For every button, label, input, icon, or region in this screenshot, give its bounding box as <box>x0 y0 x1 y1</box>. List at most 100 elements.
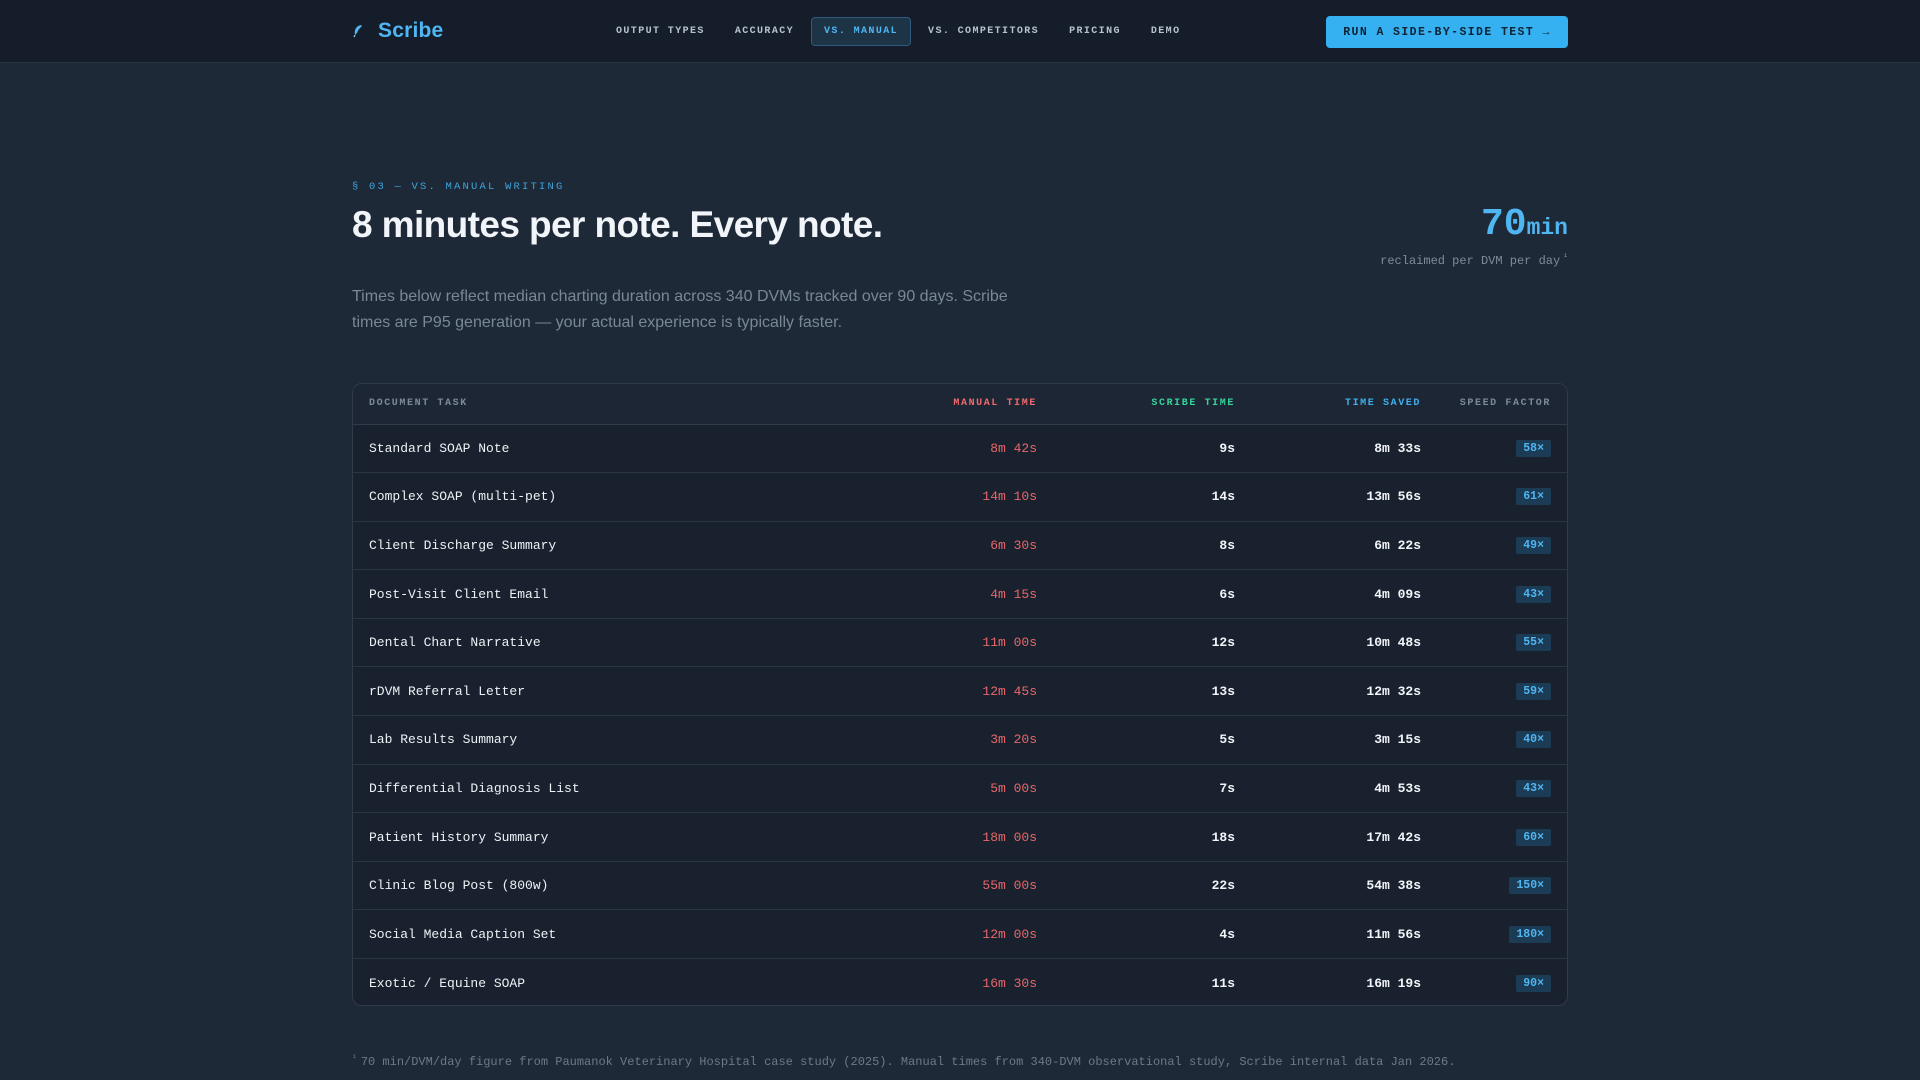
speed-badge: 150× <box>1509 877 1551 895</box>
cell-scribe-time: 5s <box>1219 732 1235 748</box>
cell-task: Post-Visit Client Email <box>369 586 549 602</box>
cell-manual-time: 4m 15s <box>990 586 1037 602</box>
table-row: Client Discharge Summary 6m 30s 8s 6m 22… <box>353 521 1567 570</box>
nav-link-accuracy[interactable]: ACCURACY <box>722 17 807 46</box>
cell-scribe-time: 6s <box>1219 586 1235 602</box>
speed-badge: 49× <box>1516 536 1551 554</box>
table-row: Clinic Blog Post (800w) 55m 00s 22s 54m … <box>353 861 1567 910</box>
cell-speed-factor: 55× <box>1437 618 1567 667</box>
cell-scribe-time: 11s <box>1211 975 1235 991</box>
header-time-saved: TIME SAVED <box>1344 398 1421 410</box>
cell-time-saved: 8m 33s <box>1374 440 1421 456</box>
cell-time-saved: 16m 19s <box>1366 975 1421 991</box>
table-body: Standard SOAP Note 8m 42s 9s 8m 33s 58× … <box>353 424 1567 1005</box>
speed-badge: 55× <box>1516 634 1551 652</box>
speed-badge: 43× <box>1516 585 1551 603</box>
cell-speed-factor: 43× <box>1437 570 1567 619</box>
cell-manual-time: 3m 20s <box>990 732 1037 748</box>
cell-speed-factor: 150× <box>1437 861 1567 910</box>
table-row: Dental Chart Narrative 11m 00s 12s 10m 4… <box>353 618 1567 667</box>
nav-links: OUTPUT TYPES ACCURACY VS. MANUAL VS. COM… <box>603 17 1197 46</box>
stat-number: 70 <box>1480 203 1527 246</box>
cell-speed-factor: 61× <box>1437 473 1567 522</box>
run-side-by-side-test-button[interactable]: RUN A SIDE-BY-SIDE TEST → <box>1326 16 1568 48</box>
cell-task: Complex SOAP (multi-pet) <box>369 489 557 505</box>
cell-manual-time: 16m 30s <box>982 975 1037 991</box>
cell-manual-time: 11m 00s <box>982 635 1037 651</box>
footnote-marker: ¹ <box>352 1054 357 1063</box>
cell-time-saved: 4m 53s <box>1374 780 1421 796</box>
cell-speed-factor: 180× <box>1437 910 1567 959</box>
cell-task: Clinic Blog Post (800w) <box>369 878 549 894</box>
cell-manual-time: 55m 00s <box>982 878 1037 894</box>
header-document-task: DOCUMENT TASK <box>369 398 468 410</box>
speed-badge: 60× <box>1516 828 1551 846</box>
cell-task: Exotic / Equine SOAP <box>369 975 526 991</box>
cell-time-saved: 3m 15s <box>1374 732 1421 748</box>
cell-manual-time: 6m 30s <box>990 537 1037 553</box>
cell-time-saved: 12m 32s <box>1366 683 1421 699</box>
cell-time-saved: 13m 56s <box>1366 489 1421 505</box>
header-scribe-time: SCRIBE TIME <box>1151 398 1235 410</box>
cell-time-saved: 10m 48s <box>1366 635 1421 651</box>
nav-link-vs-manual[interactable]: VS. MANUAL <box>811 17 912 46</box>
cell-speed-factor: 60× <box>1437 813 1567 862</box>
time-reclaimed-stat: 70min reclaimed per DVM per day ¹ <box>1380 204 1568 269</box>
cell-time-saved: 4m 09s <box>1374 586 1421 602</box>
cell-speed-factor: 43× <box>1437 764 1567 813</box>
table-row: Exotic / Equine SOAP 16m 30s 11s 16m 19s… <box>353 959 1567 1005</box>
speed-badge: 40× <box>1516 731 1551 749</box>
cell-speed-factor: 58× <box>1437 424 1567 473</box>
speed-badge: 58× <box>1516 439 1551 457</box>
brand-name: Scribe <box>378 19 444 42</box>
comparison-table: DOCUMENT TASK MANUAL TIME SCRIBE TIME TI… <box>352 383 1568 1006</box>
footnote: ¹ 70 min/DVM/day figure from Paumanok Vet… <box>352 1054 1455 1069</box>
cell-scribe-time: 7s <box>1219 780 1235 796</box>
cell-task: Dental Chart Narrative <box>369 635 541 651</box>
table-row: Complex SOAP (multi-pet) 14m 10s 14s 13m… <box>353 473 1567 522</box>
cell-time-saved: 6m 22s <box>1374 537 1421 553</box>
header-manual-time: MANUAL TIME <box>953 398 1037 410</box>
speed-badge: 180× <box>1509 925 1551 943</box>
speed-badge: 61× <box>1516 488 1551 506</box>
footnote-text: 70 min/DVM/day figure from Paumanok Vete… <box>360 1055 1456 1069</box>
cell-manual-time: 18m 00s <box>982 829 1037 845</box>
feather-icon <box>353 25 362 38</box>
cell-task: Client Discharge Summary <box>369 537 557 553</box>
speed-badge: 43× <box>1516 779 1551 797</box>
nav-link-output-types[interactable]: OUTPUT TYPES <box>603 17 718 46</box>
brand-logo[interactable]: Scribe <box>352 19 443 43</box>
table-row: Post-Visit Client Email 4m 15s 6s 4m 09s… <box>353 570 1567 619</box>
cell-time-saved: 54m 38s <box>1366 878 1421 894</box>
table-header-row: DOCUMENT TASK MANUAL TIME SCRIBE TIME TI… <box>353 384 1567 424</box>
nav-link-pricing[interactable]: PRICING <box>1056 17 1134 46</box>
cell-task: rDVM Referral Letter <box>369 683 526 699</box>
cell-task: Lab Results Summary <box>369 732 518 748</box>
nav-link-demo[interactable]: DEMO <box>1138 17 1194 46</box>
cell-scribe-time: 22s <box>1211 878 1235 894</box>
cell-manual-time: 12m 45s <box>982 683 1037 699</box>
cell-scribe-time: 4s <box>1219 926 1235 942</box>
table-row: Social Media Caption Set 12m 00s 4s 11m … <box>353 910 1567 959</box>
speed-badge: 59× <box>1516 682 1551 700</box>
cell-manual-time: 5m 00s <box>990 780 1037 796</box>
table-row: Standard SOAP Note 8m 42s 9s 8m 33s 58× <box>353 424 1567 473</box>
top-nav: Scribe OUTPUT TYPES ACCURACY VS. MANUAL … <box>0 0 1920 63</box>
cell-time-saved: 11m 56s <box>1366 926 1421 942</box>
cell-speed-factor: 49× <box>1437 521 1567 570</box>
stat-value: 70min <box>1380 204 1568 249</box>
nav-link-vs-competitors[interactable]: VS. COMPETITORS <box>915 17 1052 46</box>
cell-scribe-time: 14s <box>1211 489 1235 505</box>
cell-speed-factor: 90× <box>1437 959 1567 1005</box>
cell-manual-time: 12m 00s <box>982 926 1037 942</box>
table-row: rDVM Referral Letter 12m 45s 13s 12m 32s… <box>353 667 1567 716</box>
cell-task: Standard SOAP Note <box>369 440 510 456</box>
cell-scribe-time: 13s <box>1211 683 1235 699</box>
section-description: Times below reflect median charting dura… <box>352 288 1008 331</box>
cell-scribe-time: 18s <box>1211 829 1235 845</box>
header-speed-factor: SPEED FACTOR <box>1459 398 1551 410</box>
stat-unit: min <box>1526 215 1568 241</box>
cell-scribe-time: 8s <box>1219 537 1235 553</box>
footnote-marker[interactable]: ¹ <box>1563 253 1568 262</box>
cell-time-saved: 17m 42s <box>1366 829 1421 845</box>
